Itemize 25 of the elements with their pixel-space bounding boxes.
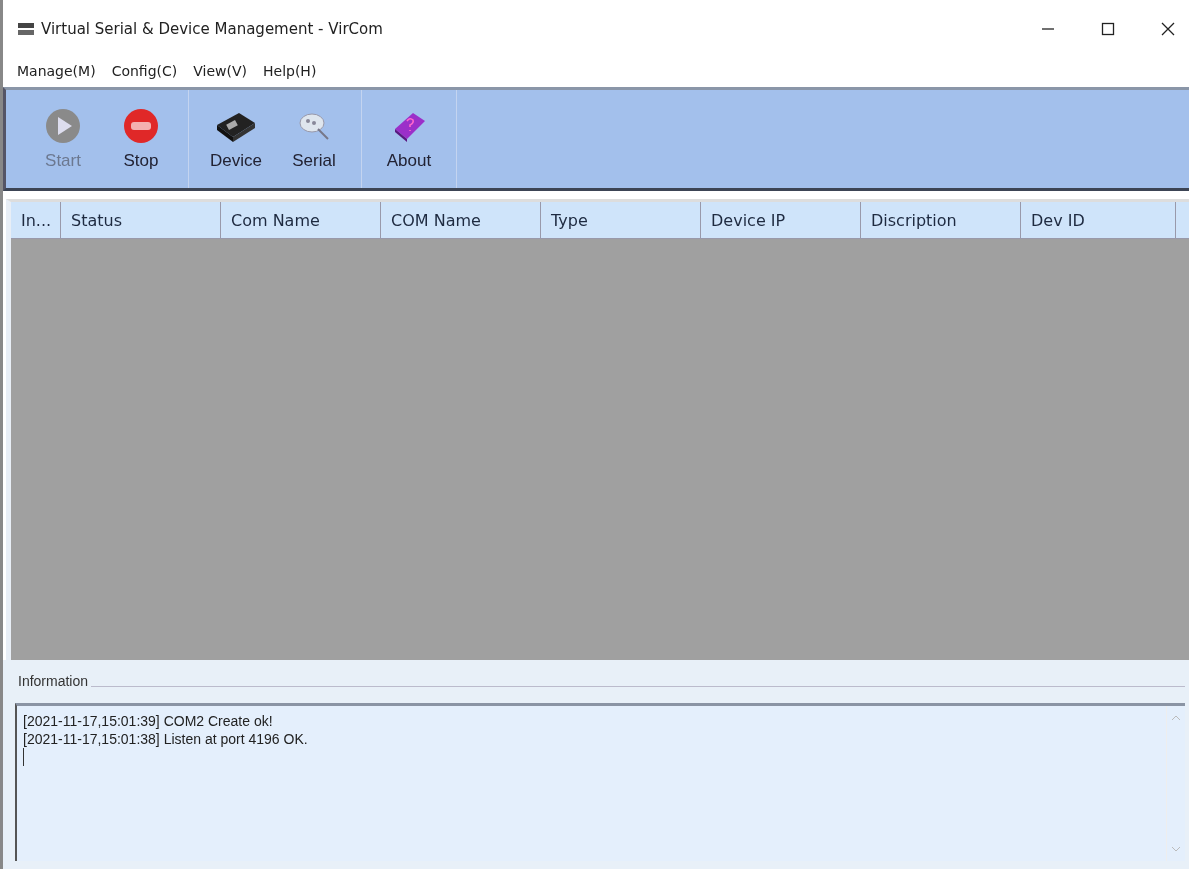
toolbar-button[interactable]: Device [201, 90, 271, 188]
stop-icon [122, 107, 160, 145]
log-line: [2021-11-17,15:01:38] Listen at port 4196 OK. [23, 730, 309, 748]
menu-item[interactable]: Manage(M) [17, 63, 96, 79]
app-logo-icon [17, 22, 35, 36]
column-header[interactable]: Discription [861, 202, 1021, 238]
column-header[interactable]: COM Name [381, 202, 541, 238]
column-header[interactable]: Status [61, 202, 221, 238]
toolbar-button[interactable]: Serial [279, 90, 349, 188]
section-title: Information [15, 673, 92, 689]
maximize-icon[interactable] [1101, 22, 1115, 36]
toolbar-button[interactable]: About [374, 90, 444, 188]
play-icon [44, 107, 82, 145]
column-header[interactable]: Dev ID [1021, 202, 1176, 238]
log-line: [2021-11-17,15:01:39] COM2 Create ok! [23, 712, 274, 730]
toolbar-button[interactable]: Stop [106, 90, 176, 188]
menu-item[interactable]: Help(H) [263, 63, 317, 79]
window-title: Virtual Serial & Device Management - VirCom [41, 20, 383, 38]
menu-item[interactable]: Config(C) [111, 63, 178, 79]
column-header[interactable]: Type [541, 202, 701, 238]
menu-item[interactable]: View(V) [193, 63, 247, 79]
column-header[interactable]: Device IP [701, 202, 861, 238]
close-icon[interactable] [1161, 22, 1175, 36]
column-header[interactable]: In... [11, 202, 61, 238]
column-header[interactable]: Com Name [221, 202, 381, 238]
